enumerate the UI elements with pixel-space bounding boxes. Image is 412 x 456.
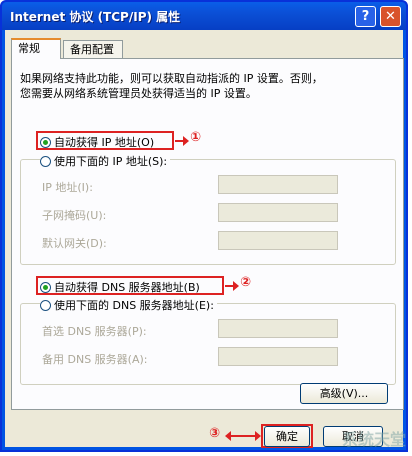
ok-button[interactable]: 确定: [264, 426, 310, 447]
window-title: Internet 协议 (TCP/IP) 属性: [10, 10, 181, 24]
description-line-1: 如果网络支持此功能，则可以获取自动指派的 IP 设置。否则，: [20, 72, 323, 85]
dns-manual-radio[interactable]: 使用下面的 DNS 服务器地址(E):: [40, 297, 217, 313]
watermark-logo: 系统天堂: [341, 430, 406, 449]
ip-manual-radio[interactable]: 使用下面的 IP 地址(S):: [40, 153, 171, 169]
dialog-client: 常规 备用配置 如果网络支持此功能，则可以获取自动指派的 IP 设置。否则， 您…: [5, 30, 404, 448]
arrow-3: [225, 431, 261, 441]
dns-auto-label: 自动获得 DNS 服务器地址(B): [54, 281, 200, 294]
ip-address-label: IP 地址(I):: [42, 181, 93, 194]
preferred-dns-input: [218, 319, 338, 338]
dns-auto-radio[interactable]: 自动获得 DNS 服务器地址(B): [40, 279, 200, 295]
dialog-window: Internet 协议 (TCP/IP) 属性 ? ✕ 常规 备用配置 如果网络…: [0, 0, 408, 452]
alternate-dns-label: 备用 DNS 服务器(A):: [42, 353, 148, 366]
close-button[interactable]: ✕: [380, 6, 401, 27]
ip-auto-radio[interactable]: 自动获得 IP 地址(O): [40, 134, 154, 150]
help-button[interactable]: ?: [355, 6, 376, 27]
subnet-mask-input: [218, 203, 338, 222]
annotation-3: ③: [209, 426, 221, 441]
dns-group-box: [20, 303, 396, 385]
annotation-2: ②: [240, 275, 252, 290]
tab-alternate-config[interactable]: 备用配置: [63, 40, 123, 58]
default-gateway-input: [218, 231, 338, 250]
advanced-button[interactable]: 高级(V)...: [300, 383, 388, 404]
description-line-2: 您需要从网络系统管理员处获得适当的 IP 设置。: [20, 87, 257, 100]
preferred-dns-label: 首选 DNS 服务器(P):: [42, 325, 147, 338]
subnet-mask-label: 子网掩码(U):: [42, 209, 107, 222]
radio-unselected-icon: [40, 155, 51, 167]
ip-address-input: [218, 175, 338, 194]
radio-selected-icon: [40, 281, 51, 293]
default-gateway-label: 默认网关(D):: [42, 237, 107, 250]
description-text: 如果网络支持此功能，则可以获取自动指派的 IP 设置。否则， 您需要从网络系统管…: [20, 71, 390, 101]
radio-selected-icon: [40, 136, 51, 148]
general-panel: 如果网络支持此功能，则可以获取自动指派的 IP 设置。否则， 您需要从网络系统管…: [11, 58, 404, 410]
title-bar[interactable]: Internet 协议 (TCP/IP) 属性 ? ✕: [2, 2, 406, 30]
dns-manual-label: 使用下面的 DNS 服务器地址(E):: [54, 299, 214, 312]
tab-general[interactable]: 常规: [11, 38, 61, 59]
arrow-2: [225, 281, 239, 291]
radio-unselected-icon: [40, 299, 51, 311]
ip-auto-label: 自动获得 IP 地址(O): [54, 136, 155, 149]
alternate-dns-input: [218, 347, 338, 366]
arrow-1: [175, 136, 189, 146]
ip-manual-label: 使用下面的 IP 地址(S):: [54, 155, 168, 168]
annotation-1: ①: [190, 130, 202, 145]
